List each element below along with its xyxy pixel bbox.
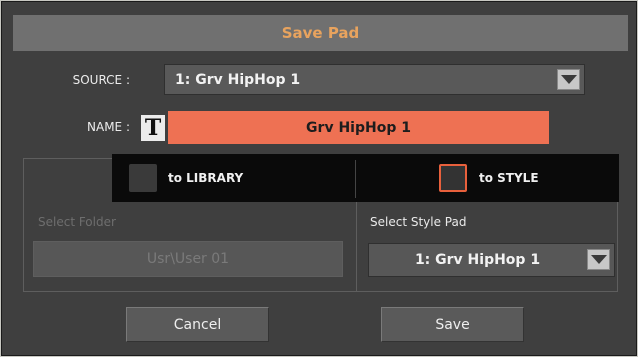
style-pad-select[interactable]: 1: Grv HipHop 1 [368,243,615,277]
to-library-label[interactable]: to LIBRARY [168,171,243,185]
save-button[interactable]: Save [381,307,524,342]
name-field[interactable]: Grv HipHop 1 [168,111,549,144]
cancel-button[interactable]: Cancel [126,307,269,342]
triangle-down-icon [590,255,607,264]
triangle-down-icon [560,75,577,84]
source-dropdown-button[interactable] [557,69,580,90]
source-select[interactable]: 1: Grv HipHop 1 [164,64,585,95]
style-pad-dropdown-button[interactable] [587,249,610,270]
name-label: NAME : [87,120,130,134]
destination-toggle-bar: to LIBRARY to STYLE [112,154,619,202]
to-style-checkbox[interactable] [439,164,467,192]
save-pad-dialog: Save Pad SOURCE : 1: Grv HipHop 1 NAME :… [1,1,637,356]
select-folder-label: Select Folder [38,215,116,229]
source-label: SOURCE : [72,73,130,87]
dialog-title: Save Pad [13,15,628,51]
text-edit-icon[interactable]: T [141,115,165,141]
source-value: 1: Grv HipHop 1 [175,71,301,88]
folder-field: Usr\User 01 [33,241,343,277]
to-library-checkbox[interactable] [129,164,157,192]
to-style-label[interactable]: to STYLE [479,171,539,185]
select-style-pad-label: Select Style Pad [370,215,467,229]
toggle-separator [355,160,356,198]
style-pad-value: 1: Grv HipHop 1 [414,252,541,268]
